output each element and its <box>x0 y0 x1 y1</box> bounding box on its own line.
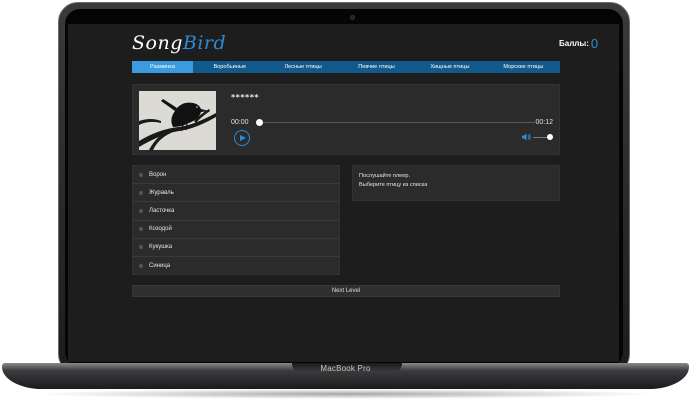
nav-item-sea-birds[interactable]: Морские птицы <box>487 61 560 73</box>
list-item[interactable]: Козодой <box>133 221 339 239</box>
device-label: MacBook Pro <box>320 364 371 373</box>
bird-silhouette-image <box>139 91 216 150</box>
app-logo[interactable]: SongBird <box>132 32 226 54</box>
laptop-shadow <box>30 389 660 399</box>
list-item[interactable]: Синица <box>133 257 339 275</box>
list-item-label: Ворон <box>149 171 167 178</box>
nav-item-songbirds[interactable]: Певчие птицы <box>340 61 413 73</box>
list-item-label: Журавль <box>149 189 174 196</box>
score-display: Баллы: 0 <box>559 36 619 51</box>
hidden-bird-name: ****** <box>231 93 260 102</box>
volume-thumb[interactable] <box>547 134 553 140</box>
camera-icon <box>350 15 355 20</box>
list-item-label: Ласточка <box>149 207 175 214</box>
list-item[interactable]: Кукушка <box>133 239 339 257</box>
list-item[interactable]: Ворон <box>133 166 339 185</box>
play-button[interactable] <box>234 130 250 146</box>
volume-icon[interactable] <box>522 133 531 141</box>
bullet-icon <box>139 208 143 213</box>
info-line-1: Послушайте плеер. <box>359 173 411 179</box>
current-time: 00:00 <box>231 119 249 126</box>
list-item-label: Синица <box>149 263 171 270</box>
category-nav: Разминка Воробьиные Лесные птицы Певчие … <box>132 61 560 73</box>
bullet-icon <box>139 264 143 269</box>
nav-item-passerines[interactable]: Воробьиные <box>193 61 266 73</box>
score-value: 0 <box>590 36 599 51</box>
list-item[interactable]: Ласточка <box>133 202 339 221</box>
nav-item-forest-birds[interactable]: Лесные птицы <box>266 61 339 73</box>
nav-item-birds-of-prey[interactable]: Хищные птицы <box>413 61 486 73</box>
list-item[interactable]: Журавль <box>133 184 339 203</box>
list-item-label: Козодой <box>149 226 172 233</box>
bullet-icon <box>139 227 143 232</box>
bullet-icon <box>139 172 143 177</box>
list-item-label: Кукушка <box>149 244 173 251</box>
next-level-button[interactable]: Next Level <box>132 285 560 297</box>
duration-time: 00:12 <box>535 119 553 126</box>
info-line-2: Выберите птицу из списка <box>359 182 428 188</box>
app-screen: SongBird Баллы: 0 Разминка Воробьиные Лес… <box>68 24 619 362</box>
progress-thumb[interactable] <box>256 119 263 126</box>
nav-item-warmup[interactable]: Разминка <box>132 61 193 73</box>
stage: SongBird Баллы: 0 Разминка Воробьиные Лес… <box>0 0 691 410</box>
logo-part-song: Song <box>132 32 183 54</box>
score-label: Баллы: <box>559 39 589 48</box>
audio-player-panel: ****** 00:00 00:12 <box>132 84 560 155</box>
bird-info-panel: Послушайте плеер. Выберите птицу из спис… <box>352 165 560 201</box>
answer-list: Ворон Журавль Ласточка Козодой Кукушка С… <box>132 165 340 275</box>
bullet-icon <box>139 190 143 195</box>
progress-track[interactable] <box>259 122 535 123</box>
logo-part-bird: Bird <box>182 32 227 54</box>
bullet-icon <box>139 245 143 250</box>
